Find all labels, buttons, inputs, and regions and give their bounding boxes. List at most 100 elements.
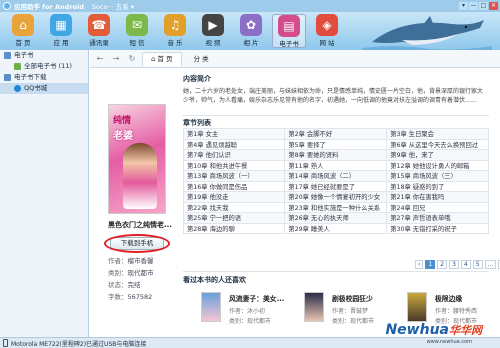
chapter-link[interactable]: 第15章 商场风波（三） [386, 170, 489, 182]
chapter-row: 第22章 找天我 第23章 和他实施是一种什么关系 第24章 回兄 [182, 201, 489, 213]
chapter-link[interactable]: 第17章 她已经就要是了 [284, 180, 388, 192]
chapter-link[interactable]: 第25章 宁一把的语 [182, 212, 286, 224]
chapter-link[interactable]: 第20章 她像一个情宴初开的少女 [284, 191, 388, 203]
chapter-link[interactable]: 第14章 商场风波（二） [284, 170, 388, 182]
book-title: 黑色衣门之纯情老... [108, 221, 172, 229]
divider [183, 271, 489, 272]
chapter-link[interactable]: 第13章 商场风波（一） [182, 170, 286, 182]
book-detail-panel: 内容简介 她，二十六岁的老处女，端庄美丽，与妹妹相依为命，只是情感单纯，情史匮一… [182, 68, 500, 337]
chapter-row: 第1章 女主 第2章 会脚不好 第3章 生日聚会 [182, 128, 489, 140]
refresh-icon[interactable]: ↻ [126, 53, 138, 65]
book-thumbnail[interactable] [201, 292, 221, 322]
tab-category[interactable]: 分 类 [186, 52, 306, 66]
main-content: 纯情 老婆 黑色衣门之纯情老... 下载到手机 作者：榴市香馨 类别：现代都市 … [90, 68, 500, 337]
recommended-book-title[interactable]: 风流妻子：美女... [229, 293, 284, 303]
chapter-link[interactable]: 第11章 熟人 [284, 159, 388, 171]
toolbar-item-4[interactable]: ♫ 音 乐 [158, 14, 192, 48]
page-link[interactable]: ... [484, 260, 497, 269]
chapter-link[interactable]: 第24章 回兄 [386, 201, 489, 213]
sidebar-item-qq-bookstore[interactable]: QQ书城 [0, 83, 88, 94]
toolbar-icon: ☎ [88, 14, 110, 36]
sidebar-item-label: 全部电子书 (11) [24, 62, 72, 70]
minimize-button[interactable]: — [469, 2, 478, 10]
toolbar-item-8[interactable]: ◈ 网 站 [310, 14, 344, 48]
sidebar-group-label: 电子书 [14, 51, 34, 59]
page-link[interactable]: 5 [472, 260, 483, 269]
chapter-link[interactable]: 第1章 女主 [182, 128, 286, 140]
status-bar: Motorola ME722(里程碑2)已通过USB与电脑连接 [0, 337, 500, 348]
chapter-row: 第10章 和他共进午餐 第11章 熟人 第12章 她他设计勇人的邮箱 [182, 159, 489, 171]
page-link[interactable]: 2 [437, 260, 448, 269]
chapter-link[interactable]: 第5章 要择了 [284, 138, 388, 150]
page-link[interactable]: 4 [460, 260, 471, 269]
pagination: ‹12345...17› [415, 260, 500, 269]
chapter-link[interactable]: 第28章 海边的聊 [182, 222, 286, 234]
page-link[interactable]: 3 [449, 260, 459, 269]
toolbar-icon: ▦ [50, 14, 72, 36]
chapter-link[interactable]: 第16章 你做同是伤品 [182, 180, 286, 192]
recommended-book-title[interactable]: 剧极校园狂少 [332, 293, 373, 303]
user-menu[interactable]: Soco··· 五系 ▾ [92, 1, 134, 11]
chapter-link[interactable]: 第30章 无错打采的祝子 [386, 222, 489, 234]
chapter-link[interactable]: 第7章 他们认识 [182, 149, 286, 161]
page-link[interactable]: ‹ [415, 260, 424, 269]
toolbar-item-0[interactable]: ⌂ 首 页 [6, 14, 40, 48]
chapter-link[interactable]: 第4章 遇见烦越聪 [182, 138, 286, 150]
chapter-link[interactable]: 第29章 睡美人 [284, 222, 388, 234]
chapter-link[interactable]: 第23章 和他实施是一种什么关系 [284, 201, 388, 213]
chapter-table: 第1章 女主 第2章 会脚不好 第3章 生日聚会 第4章 遇见烦越聪 第5章 要择了 第6… [182, 128, 489, 234]
tab-home[interactable]: ⌂ 首 页 [142, 51, 182, 66]
chapter-link[interactable]: 第8章 要她的贤料 [284, 149, 388, 161]
close-button[interactable]: ✕ [489, 2, 498, 10]
toolbar-item-label: 视 频 [205, 39, 221, 47]
chapter-link[interactable]: 第18章 疑惑的到了 [386, 180, 489, 192]
toolbar-item-label: 应 用 [53, 39, 69, 47]
toolbar-item-label: 首 页 [15, 39, 31, 47]
chapter-link[interactable]: 第21章 你在害我吗 [386, 191, 489, 203]
recommended-book[interactable]: 风流妻子：美女... 作者：沐小初 类别：现代都市 [201, 292, 301, 336]
chapter-link[interactable]: 第2章 会脚不好 [284, 128, 388, 140]
chapter-link[interactable]: 第12章 她他设计勇人的邮箱 [386, 159, 489, 171]
chapter-link[interactable]: 第10章 和他共进午餐 [182, 159, 286, 171]
book-thumbnail[interactable] [407, 292, 427, 322]
toolbar-icon: ▶ [202, 14, 224, 36]
recommended-book-author: 作者：沐小初 [229, 308, 266, 315]
toolbar-item-7[interactable]: ▤ 电子书 [272, 14, 306, 48]
toolbar-item-6[interactable]: ✿ 相 片 [234, 14, 268, 48]
sidebar-item-label: QQ书城 [24, 84, 48, 92]
maximize-button[interactable]: □ [479, 2, 488, 10]
toolbar-item-label: 网 站 [319, 39, 335, 47]
sidebar-group-ebook-download[interactable]: 电子书下载 [0, 72, 88, 83]
back-arrow-icon[interactable]: ← [94, 53, 106, 65]
chapter-row: 第7章 他们认识 第8章 要她的贤料 第9章 他，来了 [182, 149, 489, 161]
chapter-link[interactable]: 第3章 生日聚会 [386, 128, 489, 140]
chapter-link[interactable]: 第27章 声哲语表单哦 [386, 212, 489, 224]
forward-arrow-icon[interactable]: → [110, 53, 122, 65]
recommended-book-title[interactable]: 极限边缘 [435, 293, 462, 303]
toolbar-icon: ▤ [278, 15, 300, 37]
chapter-link[interactable]: 第9章 他，来了 [386, 149, 489, 161]
page-link[interactable]: 1 [425, 260, 436, 269]
book-cover[interactable]: 纯情 老婆 [108, 104, 166, 214]
tab-home-label: 首 页 [157, 55, 173, 63]
toolbar-item-label: 通讯录 [89, 39, 109, 47]
chapter-link[interactable]: 第19章 他没走 [182, 191, 286, 203]
chapter-link[interactable]: 第22章 找天我 [182, 201, 286, 213]
sidebar-item-all-ebooks[interactable]: 全部电子书 (11) [0, 61, 88, 72]
browser-nav-bar: ← → ↻ ⌂ 首 页 分 类 [90, 50, 500, 68]
cover-text-1: 纯情 [113, 116, 132, 126]
toolbar-item-1[interactable]: ▦ 应 用 [44, 14, 78, 48]
toolbar-item-3[interactable]: ✉ 短 信 [120, 14, 154, 48]
chapter-link[interactable]: 第26章 无心的执天师 [284, 212, 388, 224]
toolbar-item-2[interactable]: ☎ 通讯录 [82, 14, 116, 48]
book-thumbnail[interactable] [304, 292, 324, 322]
recommended-book-genre: 类别：现代都市 [229, 318, 272, 325]
chapter-row: 第28章 海边的聊 第29章 睡美人 第30章 无错打采的祝子 [182, 222, 489, 234]
sidebar-group-ebooks[interactable]: 电子书 [0, 50, 88, 61]
chapter-link[interactable]: 第6章 从这里今天去么换预回过 [386, 138, 489, 150]
toolbar-item-5[interactable]: ▶ 视 频 [196, 14, 230, 48]
book-author: 作者：榴市香馨 [108, 257, 154, 265]
toolbar-icon: ⌂ [12, 14, 34, 36]
sidebar: 电子书 全部电子书 (11) 电子书下载 QQ书城 [0, 50, 89, 337]
menu-button[interactable]: ▾ [459, 2, 468, 10]
